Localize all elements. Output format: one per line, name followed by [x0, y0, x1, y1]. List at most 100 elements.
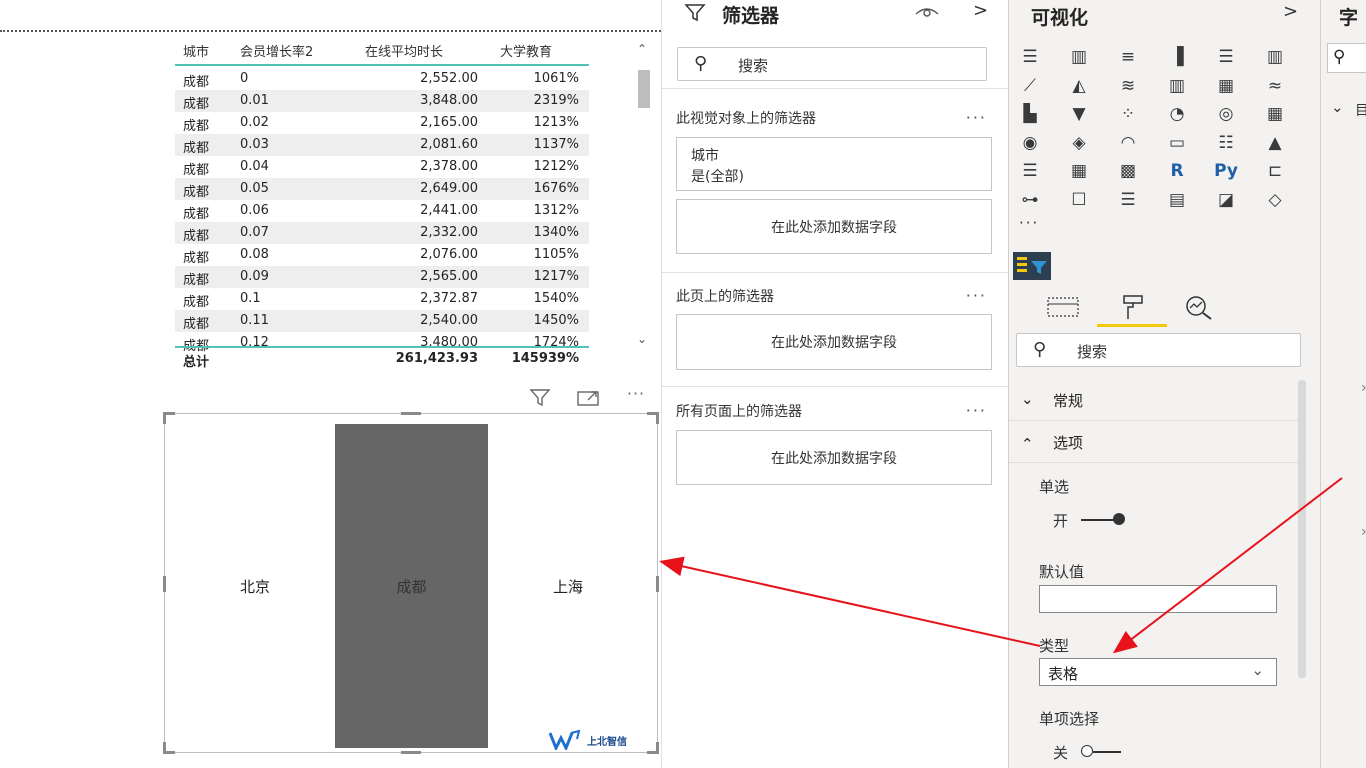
table-row[interactable]: 成都 0.01 3,848.00 2319% — [175, 90, 589, 112]
paginated-report-icon[interactable]: ▤ — [1164, 189, 1190, 211]
table-row[interactable]: 成都 0.06 2,441.00 1312% — [175, 200, 589, 222]
smart-narrative-icon[interactable]: ☰ — [1115, 189, 1141, 211]
single-item-toggle[interactable] — [1081, 744, 1133, 760]
more-options-icon[interactable]: ··· — [622, 384, 650, 408]
single-select-toggle[interactable] — [1081, 512, 1133, 528]
add-page-filter-field[interactable]: 在此处添加数据字段 — [676, 314, 992, 370]
area-icon[interactable]: ◭ — [1066, 75, 1092, 97]
filled-map-icon[interactable]: ◈ — [1066, 132, 1092, 154]
scroll-down-icon[interactable]: ⌄ — [637, 332, 647, 346]
format-scrollbar[interactable] — [1298, 380, 1306, 678]
col-header-online-duration[interactable]: 在线平均时长 — [365, 41, 443, 60]
table-row[interactable]: 成都 0.07 2,332.00 1340% — [175, 222, 589, 244]
stacked-column-icon[interactable]: ▥ — [1066, 46, 1092, 68]
resize-handle[interactable] — [656, 576, 659, 592]
qa-icon[interactable]: ☐ — [1066, 189, 1092, 211]
all-pages-filters-more-icon[interactable]: ··· — [966, 401, 987, 420]
slicer-selected-icon[interactable] — [1013, 252, 1051, 280]
format-group-options[interactable]: ⌃ 选项 — [1009, 421, 1299, 463]
add-visual-filter-field[interactable]: 在此处添加数据字段 — [676, 199, 992, 254]
slicer-tile-shanghai[interactable]: 上海 — [488, 424, 648, 748]
line-icon[interactable]: ⟋ — [1017, 75, 1043, 97]
power-apps-icon[interactable]: ◪ — [1213, 189, 1239, 211]
table-row[interactable]: 成都 0.04 2,378.00 1212% — [175, 156, 589, 178]
default-value-input[interactable] — [1039, 585, 1277, 613]
col-header-education[interactable]: 大学教育 — [500, 41, 552, 60]
gauge-icon[interactable]: ◠ — [1115, 132, 1141, 154]
eye-icon[interactable] — [914, 2, 940, 26]
key-influencers-icon[interactable]: ⊏ — [1262, 160, 1288, 182]
table-icon[interactable]: ▦ — [1066, 160, 1092, 182]
expand-viz-icon[interactable]: > — [1283, 1, 1298, 22]
python-visual-icon[interactable]: Py — [1213, 160, 1239, 182]
type-dropdown[interactable]: 表格 ⌄ — [1039, 658, 1277, 686]
stacked-area-icon[interactable]: ≋ — [1115, 75, 1141, 97]
card-icon[interactable]: ▭ — [1164, 132, 1190, 154]
table-scrollbar[interactable]: ⌃ ⌄ — [635, 42, 651, 352]
format-group-general[interactable]: ⌄ 常规 — [1009, 379, 1299, 421]
clustered-column-icon[interactable]: ▐ — [1164, 46, 1190, 68]
slicer-tile-beijing[interactable]: 北京 — [175, 424, 335, 748]
pie-icon[interactable]: ◔ — [1164, 103, 1190, 125]
table-row[interactable]: 成都 0.02 2,165.00 1213% — [175, 112, 589, 134]
table-row[interactable]: 成都 0.09 2,565.00 1217% — [175, 266, 589, 288]
focus-mode-icon[interactable] — [574, 388, 602, 412]
clustered-bar-icon[interactable]: ≡ — [1115, 46, 1141, 68]
filters-search-input[interactable]: ⚲ 搜索 — [677, 47, 987, 81]
line-column-icon[interactable]: ▥ — [1164, 75, 1190, 97]
decomposition-tree-icon[interactable]: ⊶ — [1017, 189, 1043, 211]
resize-handle[interactable] — [401, 751, 421, 754]
filter-card-city[interactable]: 城市 是(全部) — [676, 137, 992, 191]
table-row[interactable]: 成都 0.08 2,076.00 1105% — [175, 244, 589, 266]
ribbon-icon[interactable]: ≈ — [1262, 75, 1288, 97]
fields-search-input[interactable]: ⚲ — [1327, 43, 1366, 73]
table-row[interactable]: 成都 0 2,552.00 1061% — [175, 68, 589, 90]
power-automate-icon[interactable]: ◇ — [1262, 189, 1288, 211]
page-filters-more-icon[interactable]: ··· — [966, 286, 987, 305]
stacked-bar-icon[interactable]: ☰ — [1017, 46, 1043, 68]
100-column-icon[interactable]: ▥ — [1262, 46, 1288, 68]
slicer-icon[interactable]: ☰ — [1017, 160, 1043, 182]
filter-icon[interactable] — [526, 388, 554, 412]
table-visual[interactable]: 城市 会员增长率2 在线平均时长 大学教育 成都 0 2,552.00 1061% 成都… — [175, 36, 653, 376]
scroll-up-icon[interactable]: ⌃ — [637, 42, 647, 56]
table-row[interactable]: 成都 0.1 2,372.87 1540% — [175, 288, 589, 310]
scrollbar-thumb[interactable] — [638, 70, 650, 108]
matrix-icon[interactable]: ▩ — [1115, 160, 1141, 182]
table-row[interactable]: 成都 0.05 2,649.00 1676% — [175, 178, 589, 200]
resize-handle[interactable] — [656, 412, 659, 424]
100-bar-icon[interactable]: ☰ — [1213, 46, 1239, 68]
scatter-icon[interactable]: ⁘ — [1115, 103, 1141, 125]
line-cluster-icon[interactable]: ▦ — [1213, 75, 1239, 97]
tile-slicer-visual[interactable]: 北京 成都 上海 上北智信 — [163, 412, 659, 754]
table-row[interactable]: 成都 0.03 2,081.60 1137% — [175, 134, 589, 156]
multirow-card-icon[interactable]: ☷ — [1213, 132, 1239, 154]
resize-handle[interactable] — [163, 412, 166, 424]
treemap-icon[interactable]: ▦ — [1262, 103, 1288, 125]
funnel-icon[interactable]: ▼ — [1066, 103, 1092, 125]
resize-handle[interactable] — [401, 412, 421, 415]
slicer-tile-chengdu[interactable]: 成都 — [335, 424, 488, 748]
resize-handle[interactable] — [656, 742, 659, 754]
format-search-input[interactable]: ⚲ 搜索 — [1016, 333, 1301, 367]
table-row[interactable]: 成都 0.11 2,540.00 1450% — [175, 310, 589, 332]
r-visual-icon[interactable]: R — [1164, 160, 1190, 182]
visual-filters-more-icon[interactable]: ··· — [966, 108, 987, 127]
table-expand-chevron-icon[interactable]: ⌄ — [1331, 98, 1344, 116]
resize-handle[interactable] — [163, 576, 166, 592]
fields-tab-icon[interactable] — [1043, 292, 1083, 322]
collapse-filters-icon[interactable]: > — [973, 0, 988, 21]
analytics-magnifier-icon[interactable] — [1179, 292, 1219, 322]
col-header-city[interactable]: 城市 — [183, 41, 209, 60]
chevron-right-icon[interactable]: › — [1361, 380, 1366, 396]
add-all-pages-filter-field[interactable]: 在此处添加数据字段 — [676, 430, 992, 485]
col-header-growth-rate[interactable]: 会员增长率2 — [240, 41, 313, 60]
resize-handle[interactable] — [163, 742, 166, 754]
donut-icon[interactable]: ◎ — [1213, 103, 1239, 125]
format-paint-roller-icon[interactable] — [1113, 292, 1153, 322]
map-icon[interactable]: ◉ — [1017, 132, 1043, 154]
chevron-right-icon[interactable]: › — [1361, 524, 1366, 540]
waterfall-icon[interactable]: ▙ — [1017, 103, 1043, 125]
more-visuals-icon[interactable]: ··· — [1019, 214, 1039, 232]
kpi-icon[interactable]: ▲ — [1262, 132, 1288, 154]
